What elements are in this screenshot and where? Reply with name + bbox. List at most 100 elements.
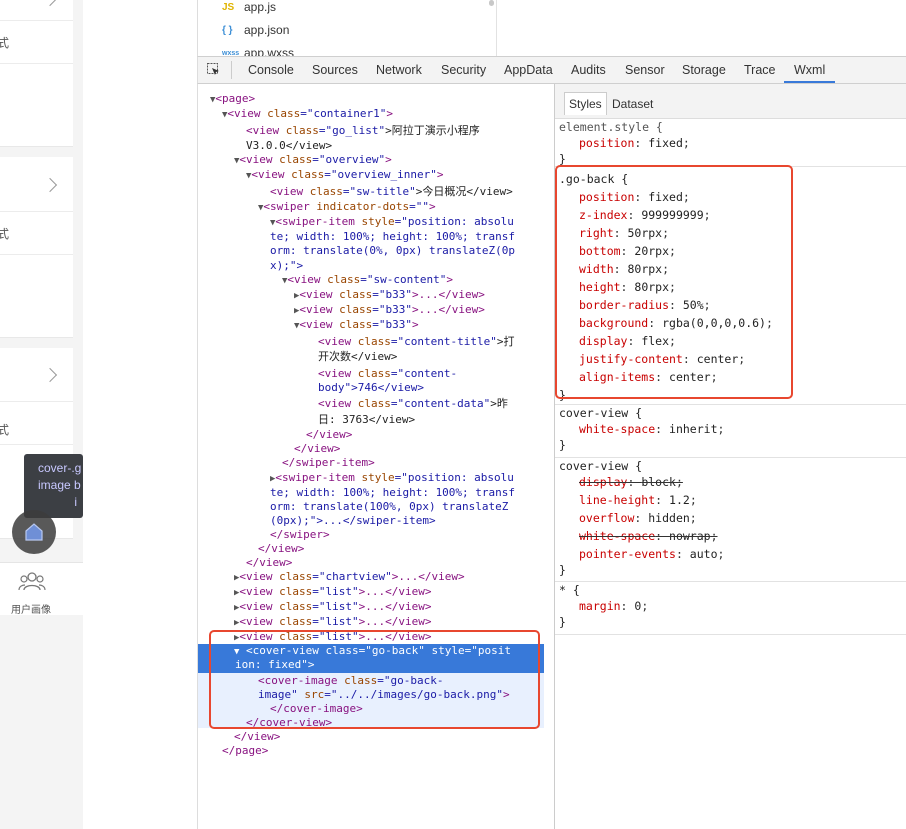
file-name: app.wxss bbox=[244, 46, 295, 56]
tree-node-close: </view> bbox=[246, 556, 293, 569]
style-rule: cover-view { white-space: inherit; } bbox=[555, 404, 906, 458]
rule-selector: * { bbox=[559, 583, 580, 597]
style-rule: cover-view { display: block; line-height… bbox=[555, 457, 906, 582]
tree-node[interactable]: ▶<view class="list">...</view> bbox=[234, 600, 432, 616]
style-declaration-overridden[interactable]: white-space: nowrap; bbox=[579, 527, 718, 545]
file-item-app-js[interactable]: JS app.js bbox=[222, 0, 276, 16]
chevron-right-icon bbox=[42, 177, 58, 193]
style-declaration[interactable]: margin: 0; bbox=[579, 597, 648, 615]
tab-trace[interactable]: Trace bbox=[744, 57, 776, 83]
tree-node-cont: te; width: 100%; height: 100%; transf bbox=[270, 486, 516, 499]
tree-node-close: </swiper> bbox=[270, 528, 330, 541]
style-declaration[interactable]: white-space: inherit; bbox=[579, 420, 724, 438]
tree-node[interactable]: ▶<view class="list">...</view> bbox=[234, 585, 432, 601]
list-row[interactable] bbox=[0, 348, 73, 402]
divider bbox=[496, 0, 497, 56]
rule-close: } bbox=[559, 563, 566, 577]
styles-subtab-bar: Styles Dataset bbox=[555, 84, 906, 119]
file-item-app-json[interactable]: { } app.json bbox=[222, 21, 289, 39]
tree-node[interactable]: ▼<view class="container1"> bbox=[222, 107, 393, 123]
file-name: app.js bbox=[244, 0, 277, 14]
tree-node[interactable]: <view class="sw-title">今日概况</view> bbox=[270, 185, 513, 200]
list-row[interactable]: 式 bbox=[0, 20, 73, 64]
list-card: 式 bbox=[0, 157, 73, 338]
tree-node-cont: orm: translate(100%, 0px) translateZ bbox=[270, 500, 509, 513]
tab-network[interactable]: Network bbox=[376, 57, 422, 83]
tree-node-close: </view> bbox=[234, 730, 281, 743]
clipped-text: 式 bbox=[0, 423, 10, 437]
user-group-icon[interactable] bbox=[18, 571, 46, 593]
tree-node[interactable]: ▶<view class="b33">...</view> bbox=[294, 303, 485, 319]
home-icon bbox=[25, 523, 43, 541]
tab-console[interactable]: Console bbox=[248, 57, 294, 83]
scrollbar[interactable] bbox=[489, 0, 494, 6]
tree-node-close: </swiper-item> bbox=[282, 456, 375, 469]
list-row[interactable] bbox=[0, 0, 73, 21]
list-row[interactable]: 式 bbox=[0, 211, 73, 255]
tree-node[interactable]: ▼<view class="b33"> bbox=[294, 318, 419, 334]
style-declaration[interactable]: overflow: hidden; bbox=[579, 509, 697, 527]
list-row[interactable]: 式 bbox=[0, 401, 73, 445]
tree-node[interactable]: ▶<view class="chartview">...</view> bbox=[234, 570, 465, 586]
tree-node[interactable]: ▼<swiper-item style="position: absolu bbox=[270, 215, 514, 231]
tree-node-cont: body">746</view> bbox=[318, 381, 424, 394]
tab-sources[interactable]: Sources bbox=[312, 57, 358, 83]
file-item-app-wxss[interactable]: wxss app.wxss bbox=[222, 44, 294, 56]
tab-sensor[interactable]: Sensor bbox=[625, 57, 665, 83]
tab-bar: 用户画像 bbox=[0, 562, 83, 616]
tooltip-line: cover-.g bbox=[38, 461, 82, 475]
chevron-right-icon bbox=[42, 367, 58, 383]
tree-node[interactable]: <view class="content-data">昨 bbox=[318, 397, 508, 412]
tree-node[interactable]: ▼<view class="overview"> bbox=[234, 153, 392, 169]
file-tree: JS app.js { } app.json wxss app.wxss bbox=[197, 0, 906, 56]
style-declaration[interactable]: line-height: 1.2; bbox=[579, 491, 697, 509]
style-declaration[interactable]: pointer-events: auto; bbox=[579, 545, 724, 563]
tab-audits[interactable]: Audits bbox=[571, 57, 606, 83]
rule-close: } bbox=[559, 615, 566, 629]
tab-appdata[interactable]: AppData bbox=[504, 57, 553, 83]
tree-node-cont: (0px);">...</swiper-item> bbox=[270, 514, 436, 527]
list-card: 式 bbox=[0, 0, 73, 147]
devtools-tab-bar: Console Sources Network Security AppData… bbox=[197, 56, 906, 84]
divider bbox=[231, 61, 232, 79]
tree-node[interactable]: <view class="content-title">打 bbox=[318, 335, 514, 350]
annotation-box bbox=[209, 630, 540, 729]
wxml-tree: ▼ <cover-view class="go-back" style="pos… bbox=[197, 84, 555, 829]
simulator-panel: 式 式 式 cover-.g image b i 用户画像 bbox=[0, 0, 83, 829]
tab-wxml[interactable]: Wxml bbox=[784, 57, 836, 83]
tree-node[interactable]: ▼<view class="overview_inner"> bbox=[246, 168, 444, 184]
tree-node[interactable]: <view class="content- bbox=[318, 367, 457, 382]
tree-node[interactable]: ▶<swiper-item style="position: absolu bbox=[270, 471, 514, 487]
tree-node-cont: te; width: 100%; height: 100%; transf bbox=[270, 230, 516, 243]
list-row[interactable] bbox=[0, 157, 73, 212]
tree-node-cont: 日: 3763</view> bbox=[318, 413, 416, 426]
tree-node-cont: 开次数</view> bbox=[318, 350, 398, 363]
tooltip-line: i bbox=[74, 495, 77, 509]
tree-node-page[interactable]: ▼<page> bbox=[210, 92, 255, 108]
tab-security[interactable]: Security bbox=[441, 57, 486, 83]
style-rule: element.style { position: fixed; } bbox=[555, 118, 906, 167]
tab-storage[interactable]: Storage bbox=[682, 57, 726, 83]
inspect-element-icon[interactable] bbox=[207, 63, 220, 76]
tree-node-close: </page> bbox=[222, 744, 269, 757]
tab-dataset[interactable]: Dataset bbox=[608, 93, 657, 115]
tree-node-cont: orm: translate(0%, 0px) translateZ(0p bbox=[270, 244, 516, 257]
js-file-icon: JS bbox=[222, 1, 235, 13]
tree-node-close: </view> bbox=[294, 442, 341, 455]
style-declaration-overridden[interactable]: display: block; bbox=[579, 473, 683, 491]
tree-node[interactable]: ▼<view class="sw-content"> bbox=[282, 273, 453, 289]
tree-node[interactable]: ▶<view class="list">...</view> bbox=[234, 615, 432, 631]
simulator-gutter bbox=[83, 0, 197, 829]
tree-node-close: </view> bbox=[306, 428, 353, 441]
tab-styles[interactable]: Styles bbox=[564, 92, 607, 115]
style-declaration[interactable]: position: fixed; bbox=[579, 134, 690, 152]
tab-label-user-profile[interactable]: 用户画像 bbox=[11, 601, 51, 616]
tree-node[interactable]: <view class="go_list">阿拉丁演示小程序 bbox=[246, 124, 480, 139]
go-back-button[interactable] bbox=[12, 510, 56, 554]
json-file-icon: { } bbox=[222, 24, 233, 36]
tree-node[interactable]: ▼<swiper indicator-dots=""> bbox=[258, 200, 436, 216]
element-tooltip: cover-.g image b i bbox=[24, 454, 83, 518]
tree-node[interactable]: ▶<view class="b33">...</view> bbox=[294, 288, 485, 304]
tooltip-line: image b bbox=[38, 478, 81, 492]
chevron-right-icon bbox=[42, 0, 58, 7]
